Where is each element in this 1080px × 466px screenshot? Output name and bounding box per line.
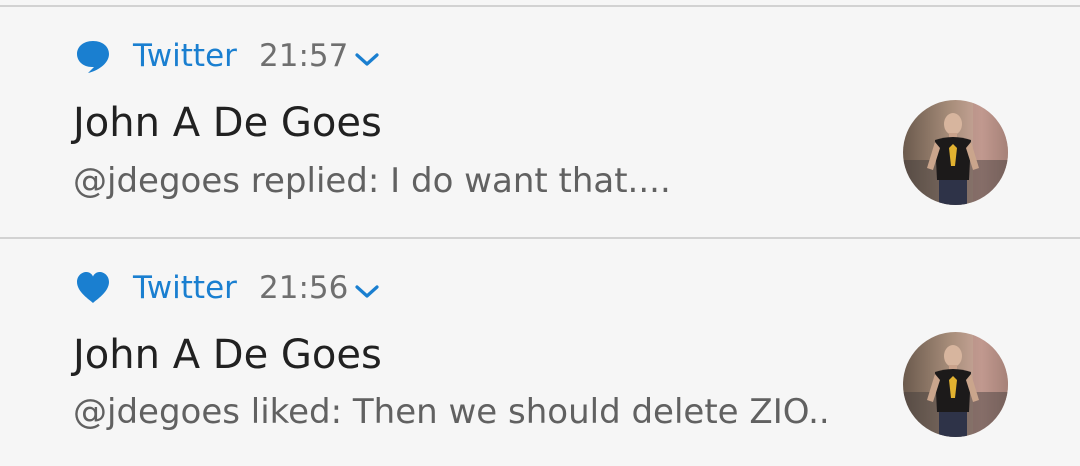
avatar: [903, 100, 1008, 205]
notification-shade: Twitter 21:57 John A De Goes @jdegoes re…: [0, 0, 1080, 466]
profile-photo: [903, 332, 1008, 437]
notification-header[interactable]: Twitter 21:57: [0, 37, 700, 87]
profile-photo: [903, 100, 1008, 205]
app-name: Twitter: [133, 270, 237, 306]
notification-card[interactable]: Twitter 21:57 John A De Goes @jdegoes re…: [0, 7, 1080, 238]
notification-header[interactable]: Twitter 21:56: [0, 269, 700, 319]
notification-text: @jdegoes liked: Then we should delete ZI…: [73, 392, 830, 432]
notification-card[interactable]: Twitter 21:56 John A De Goes @jdegoes li…: [0, 239, 1080, 466]
speech-bubble-icon: [77, 41, 109, 73]
heart-icon: [77, 272, 109, 303]
avatar: [903, 332, 1008, 437]
notification-title: John A De Goes: [73, 100, 382, 146]
chevron-down-icon[interactable]: [354, 51, 380, 69]
app-name: Twitter: [133, 38, 237, 74]
notification-title: John A De Goes: [73, 332, 382, 378]
chevron-down-icon[interactable]: [354, 283, 380, 301]
notification-text: @jdegoes replied: I do want that....: [73, 161, 671, 201]
notification-time: 21:56: [259, 270, 349, 306]
notification-time: 21:57: [259, 38, 349, 74]
